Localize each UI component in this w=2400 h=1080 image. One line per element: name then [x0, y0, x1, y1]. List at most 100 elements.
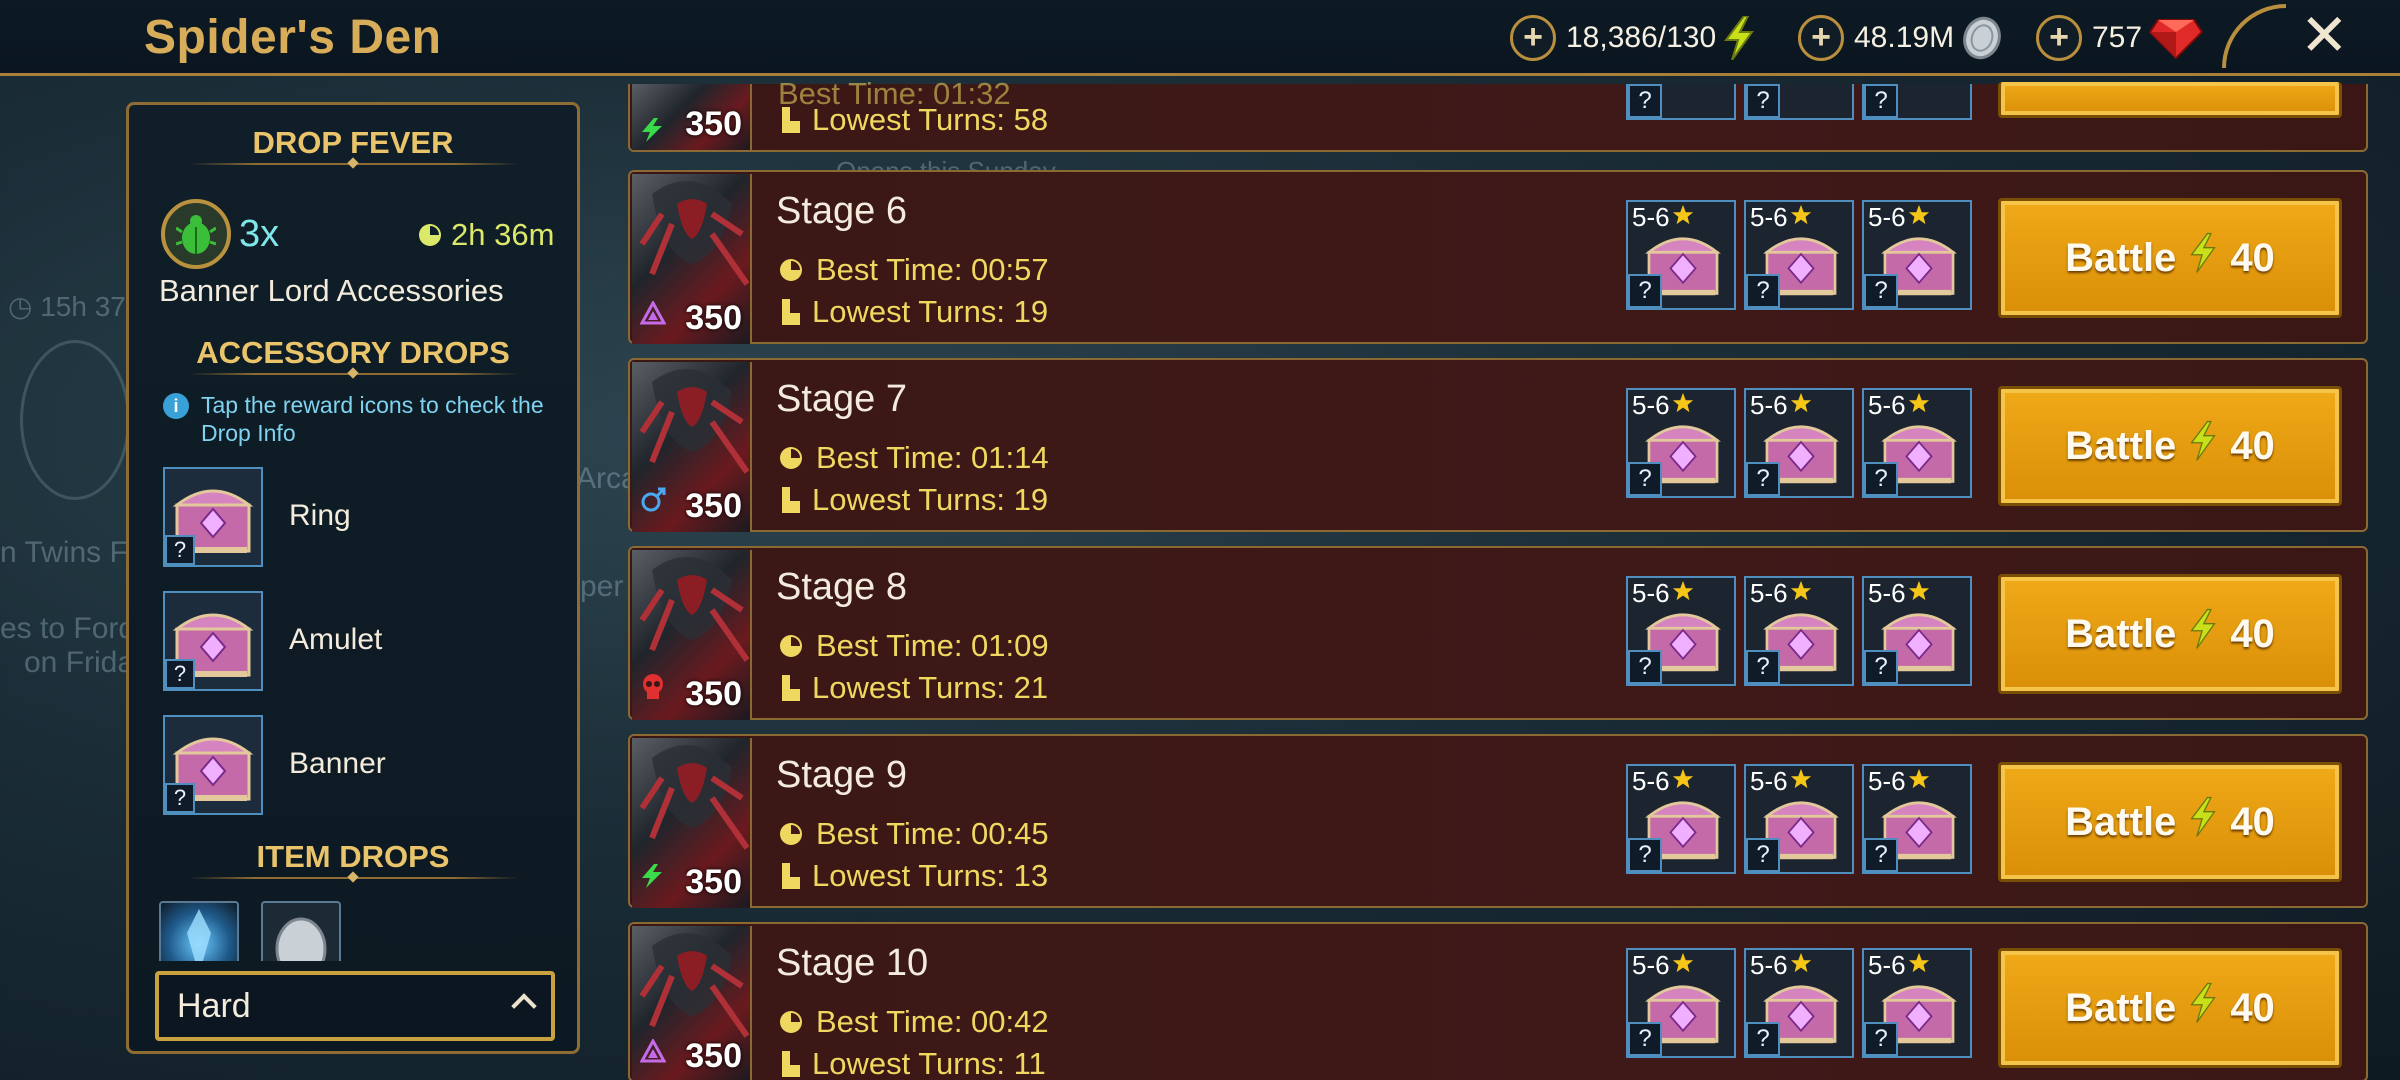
- lowest-turns: Lowest Turns: 19: [778, 482, 1048, 518]
- top-bar: Spider's Den + 18,386/130 + 48.19M + 757…: [0, 0, 2400, 76]
- accessory-drop-amulet[interactable]: ? Amulet: [163, 591, 543, 691]
- unknown-drop-badge: ?: [1628, 1022, 1662, 1056]
- battle-button[interactable]: Battle 40: [1998, 762, 2342, 882]
- best-time: Best Time: 00:45: [778, 816, 1049, 852]
- reward-chest[interactable]: 5-6 ?: [1626, 948, 1736, 1058]
- clock-icon: [780, 823, 802, 845]
- accessory-drop-banner[interactable]: ? Banner: [163, 715, 543, 815]
- fever-faction-name: Banner Lord Accessories: [159, 273, 504, 308]
- boss-portrait: 350: [632, 362, 752, 532]
- star-icon: [1908, 202, 1930, 233]
- energy-cost: 40: [2230, 611, 2275, 656]
- fever-timer: 2h 36m: [417, 217, 554, 253]
- stage-row: 350 Stage 8 Best Time: 01:09 Lowest Turn…: [628, 546, 2368, 720]
- difficulty-select[interactable]: Hard: [155, 971, 555, 1041]
- battle-button[interactable]: Battle 40: [1998, 386, 2342, 506]
- background-timer: ◷ 15h 37: [8, 291, 126, 322]
- energy-cost: 40: [2230, 235, 2275, 280]
- battle-label: Battle: [2065, 235, 2177, 280]
- reward-rank: 5-6: [1632, 766, 1694, 797]
- accessory-chest-icon[interactable]: ?: [163, 591, 263, 691]
- item-drop-silver[interactable]: [261, 901, 341, 961]
- battle-button[interactable]: Battle 40: [1998, 198, 2342, 318]
- boss-portrait: 350: [632, 84, 752, 150]
- lightning-icon: [2188, 795, 2218, 849]
- stage-level: 350: [685, 299, 742, 337]
- void-affinity-icon: [639, 1037, 667, 1068]
- reward-chest[interactable]: 5-6 ?: [1626, 576, 1736, 686]
- reward-chest[interactable]: 5-6 ?: [1744, 388, 1854, 498]
- drop-info-text: Tap the reward icons to check the Drop I…: [201, 392, 544, 446]
- reward-chest[interactable]: 5-6 ?: [1862, 764, 1972, 874]
- item-drop-potion[interactable]: [159, 901, 239, 961]
- add-energy-button[interactable]: +: [1510, 15, 1556, 61]
- stage-title: Stage 10: [776, 942, 929, 984]
- add-gems-button[interactable]: +: [2036, 15, 2082, 61]
- add-silver-button[interactable]: +: [1798, 15, 1844, 61]
- star-icon: [1790, 766, 1812, 797]
- best-time-text: Best Time: 00:57: [816, 252, 1049, 287]
- reward-chest[interactable]: 5-6 ?: [1744, 764, 1854, 874]
- reward-chest[interactable]: 5-6 ?: [1626, 200, 1736, 310]
- unknown-drop-badge: ?: [1864, 650, 1898, 684]
- best-time: Best Time: 01:09: [778, 628, 1049, 664]
- rank-text: 5-6: [1750, 766, 1788, 796]
- stage-title: Stage 8: [776, 566, 907, 608]
- rank-text: 5-6: [1750, 578, 1788, 608]
- rank-text: 5-6: [1632, 202, 1670, 232]
- reward-rank: 5-6: [1868, 950, 1930, 981]
- rank-text: 5-6: [1750, 950, 1788, 980]
- reward-chest[interactable]: 5-6 ?: [1744, 200, 1854, 310]
- clock-icon: [780, 259, 802, 281]
- close-icon[interactable]: ✕: [2300, 6, 2349, 66]
- divider: [189, 373, 519, 375]
- background-text: es to Ford: [0, 612, 136, 645]
- silver-coin-icon: [1963, 16, 2001, 60]
- reward-chest[interactable]: 5-6 ?: [1744, 576, 1854, 686]
- battle-label: Battle: [2065, 985, 2177, 1030]
- stage-level: 350: [685, 1037, 742, 1075]
- reward-chest[interactable]: 5-6 ?: [1862, 388, 1972, 498]
- reward-list: 5-6 ? 5-6 ? 5-6 ?: [1626, 764, 1972, 874]
- star-icon: [1790, 950, 1812, 981]
- unknown-drop-badge: ?: [1746, 274, 1780, 308]
- stage-row: 350 Stage 6 Best Time: 00:57 Lowest Turn…: [628, 170, 2368, 344]
- accessory-drop-ring[interactable]: ? Ring: [163, 467, 543, 567]
- battle-button[interactable]: [1998, 82, 2342, 118]
- boot-icon: [782, 487, 800, 513]
- unknown-drop-badge: ?: [165, 535, 195, 565]
- clock-icon: [780, 1011, 802, 1033]
- reward-chest[interactable]: 5-6 ?: [1626, 764, 1736, 874]
- accessory-chest-icon[interactable]: ?: [163, 715, 263, 815]
- star-icon: [1790, 202, 1812, 233]
- lightning-icon: [2188, 419, 2218, 473]
- battle-label: Battle: [2065, 611, 2177, 656]
- battle-button[interactable]: Battle 40: [1998, 574, 2342, 694]
- reward-rank: 5-6: [1750, 202, 1812, 233]
- gems-resource: + 757: [2036, 12, 2204, 64]
- boss-portrait: 350: [632, 550, 752, 720]
- reward-chest[interactable]: 5-6 ?: [1862, 948, 1972, 1058]
- reward-list: 5-6 ? 5-6 ? 5-6 ?: [1626, 576, 1972, 686]
- reward-chest[interactable]: 5-6 ?: [1862, 200, 1972, 310]
- potion-icon: [187, 909, 211, 961]
- boot-icon: [782, 299, 800, 325]
- star-icon: [1908, 766, 1930, 797]
- battle-button[interactable]: Battle 40: [1998, 948, 2342, 1068]
- gems-value: 757: [2092, 21, 2143, 54]
- drop-multiplier: 3x: [239, 213, 280, 255]
- star-icon: [1908, 390, 1930, 421]
- accessory-chest-icon[interactable]: ?: [163, 467, 263, 567]
- reward-chest[interactable]: 5-6 ?: [1744, 948, 1854, 1058]
- reward-chest[interactable]: ?: [1626, 84, 1736, 120]
- reward-chest[interactable]: 5-6 ?: [1862, 576, 1972, 686]
- spirit-affinity-icon: [642, 118, 662, 142]
- unknown-drop-badge: ?: [1746, 462, 1780, 496]
- rank-text: 5-6: [1868, 578, 1906, 608]
- reward-chest[interactable]: ?: [1744, 84, 1854, 120]
- banner-lord-faction-icon[interactable]: [161, 199, 231, 269]
- reward-chest[interactable]: ?: [1862, 84, 1972, 120]
- reward-chest[interactable]: 5-6 ?: [1626, 388, 1736, 498]
- unknown-drop-badge: ?: [1628, 462, 1662, 496]
- rank-text: 5-6: [1750, 390, 1788, 420]
